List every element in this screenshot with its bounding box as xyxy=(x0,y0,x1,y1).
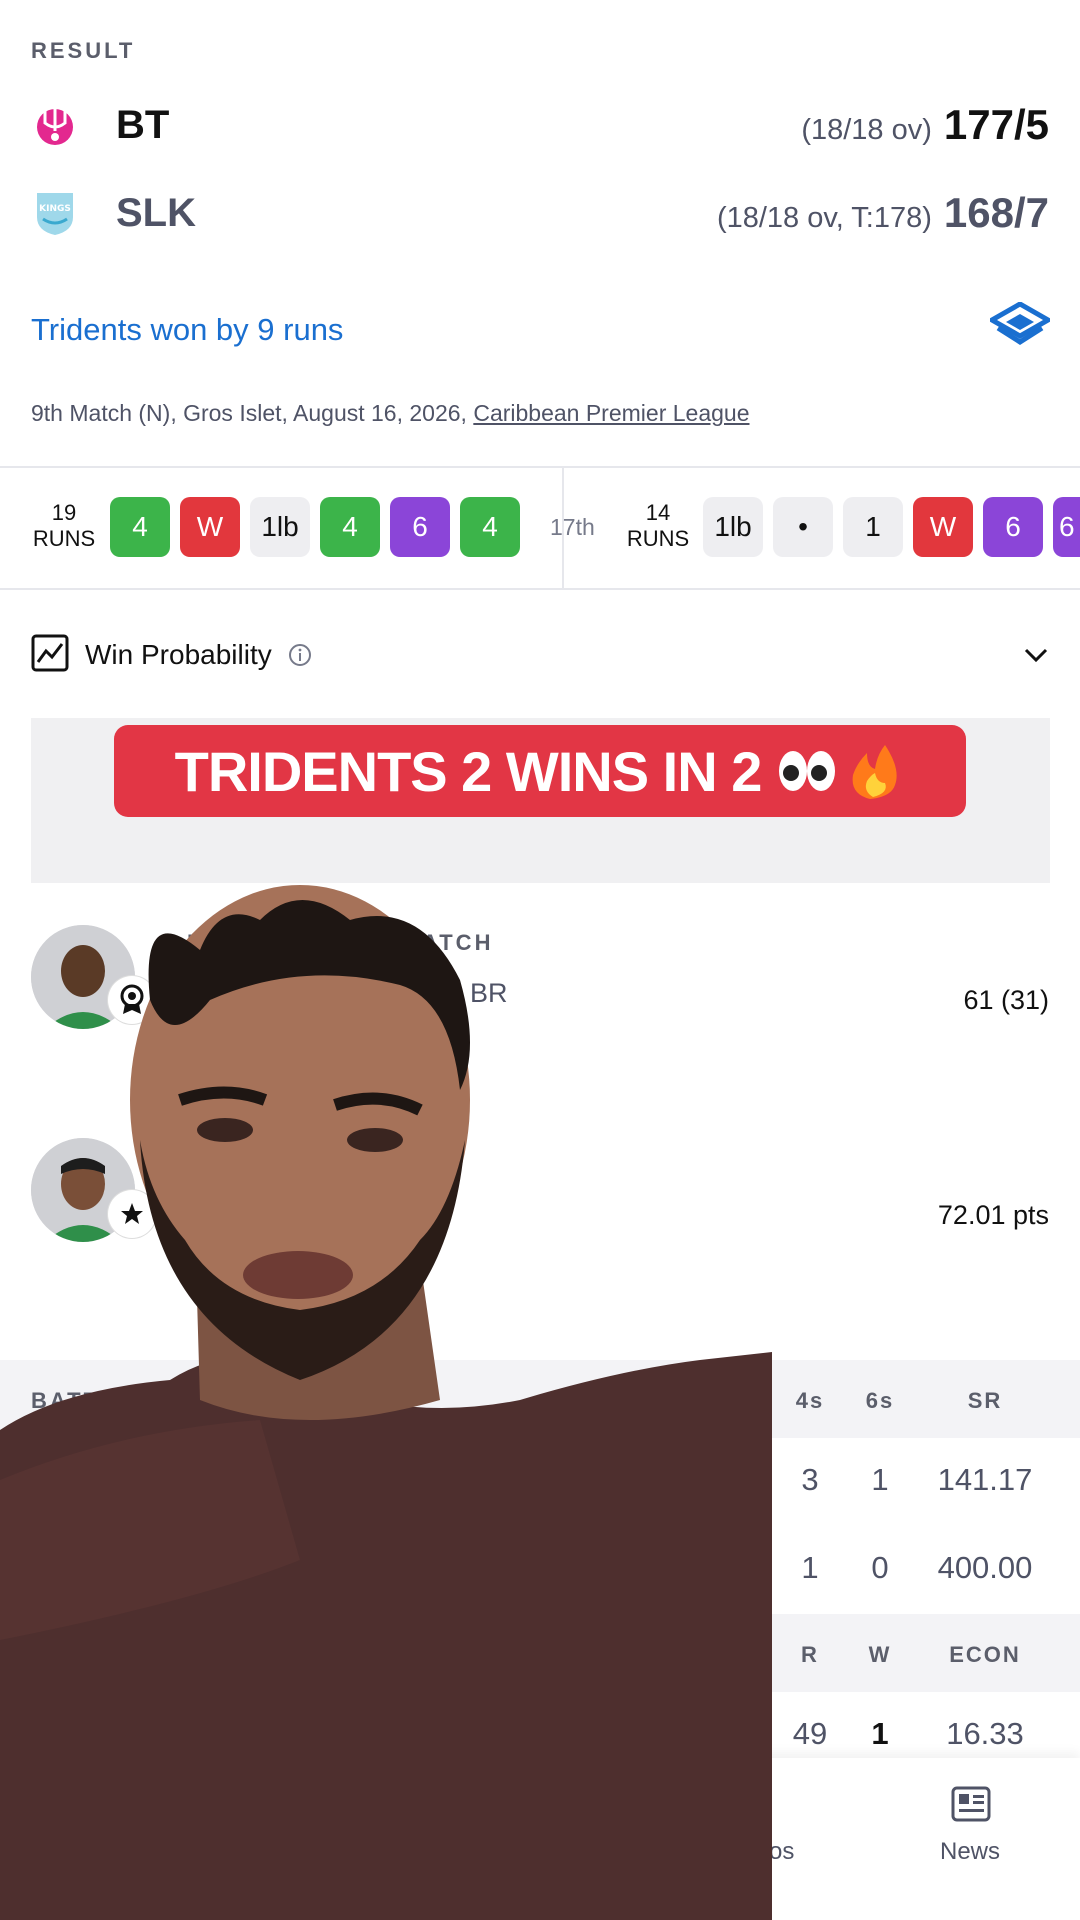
news-icon[interactable] xyxy=(951,1786,991,1822)
table-cell: 141.17 xyxy=(937,1462,1033,1497)
ball-chip: 4 xyxy=(110,497,170,557)
nav-item-news[interactable]: News xyxy=(940,1838,1000,1866)
column-header: W xyxy=(868,1642,892,1667)
ball-chip: • xyxy=(773,497,833,557)
pom-label-end: MATCH xyxy=(400,930,494,955)
table-cell: 400.00 xyxy=(937,1550,1033,1585)
ball-chip: 1 xyxy=(843,497,903,557)
result-label: RESULT xyxy=(31,38,136,63)
nav-item-label[interactable]: os xyxy=(769,1838,794,1866)
saint-lucia-kings-logo-icon: KINGS xyxy=(31,189,79,237)
table-cell: 16.33 xyxy=(946,1716,1024,1751)
overlay-caption-banner: TRIDENTS 2 WINS IN 2 xyxy=(114,725,966,817)
win-probability-toggle[interactable]: Win Probability xyxy=(31,630,1051,680)
ball-chip: 4 xyxy=(320,497,380,557)
table-cell: 1 xyxy=(871,1716,889,1751)
pom-label-start: PLAY xyxy=(187,930,256,955)
win-probability-label: Win Probability xyxy=(85,639,272,670)
batting-title: BATTING xyxy=(31,1388,149,1413)
player-of-match-stat: 61 (31) xyxy=(963,985,1049,1015)
team-overs: (18/18 ov) xyxy=(801,114,932,146)
fantasy-points-stat: 72.01 pts xyxy=(937,1200,1049,1230)
ball-chip: 1lb xyxy=(250,497,310,557)
pom-name-tail: , BR xyxy=(455,978,508,1008)
eyes-fire-icon xyxy=(779,745,897,799)
column-header: R xyxy=(801,1642,819,1667)
chevron-down-icon[interactable] xyxy=(1021,640,1051,670)
ball-chip: 4 xyxy=(460,497,520,557)
team-name: SLK xyxy=(116,190,196,235)
banner-text: TRIDENTS 2 WINS IN 2 xyxy=(174,739,763,803)
batting-header-row xyxy=(0,1360,1080,1438)
table-cell: 1 xyxy=(801,1550,819,1585)
bowling-header-row xyxy=(0,1614,1080,1692)
ball-chip: 6 xyxy=(390,497,450,557)
table-cell: 1 xyxy=(871,1462,889,1497)
ball-chip: W xyxy=(180,497,240,557)
over-runs-summary: 14 RUNS xyxy=(622,500,694,552)
column-header: 6s xyxy=(865,1388,895,1413)
over-runs-label: RUNS xyxy=(626,526,690,551)
over-runs-summary: 19 RUNS xyxy=(28,500,100,552)
column-header: ECON xyxy=(949,1642,1021,1667)
dropbox-icon[interactable] xyxy=(986,301,1054,346)
team-score: 177/5 xyxy=(943,101,1049,148)
column-header: 4s xyxy=(795,1388,825,1413)
star-icon xyxy=(108,1190,156,1238)
team-score: 168/7 xyxy=(943,189,1049,236)
table-cell: 3 xyxy=(801,1462,819,1497)
match-info: 9th Match (N), Gros Islet, August 16, 20… xyxy=(31,400,750,427)
match-result-link[interactable]: Tridents won by 9 runs xyxy=(31,312,343,348)
table-cell: 49 xyxy=(792,1716,828,1751)
barbados-tridents-logo-icon xyxy=(31,101,79,149)
chart-line-icon xyxy=(31,634,69,677)
team-row-slk[interactable]: KINGS SLK (18/18 ov, T:178) 168/7 xyxy=(31,178,1049,248)
team-row-bt[interactable]: BT (18/18 ov) 177/5 xyxy=(31,90,1049,160)
ball-chip: 6 xyxy=(1053,497,1080,557)
bottom-nav xyxy=(0,1758,1080,1920)
player-of-match-label: PLAY MATCH xyxy=(187,930,493,956)
over-runs-value: 14 xyxy=(645,500,671,525)
eyes-fire-emoji xyxy=(775,739,905,803)
info-icon[interactable] xyxy=(288,643,312,667)
ball-chip: 1lb xyxy=(703,497,763,557)
match-info-text: 9th Match (N), Gros Islet, August 16, 20… xyxy=(31,400,474,426)
over-number: 17th xyxy=(550,514,595,540)
team-overs: (18/18 ov, T:178) xyxy=(716,202,932,234)
league-link[interactable]: Caribbean Premier League xyxy=(473,400,749,426)
player-name[interactable]: S , BR xyxy=(187,978,508,1009)
over-runs-value: 19 xyxy=(51,500,77,525)
pom-name-start: S xyxy=(187,978,206,1008)
over-runs-label: RUNS xyxy=(32,526,96,551)
svg-text:KINGS: KINGS xyxy=(39,204,71,214)
ball-chip: 6 xyxy=(983,497,1043,557)
team-name: BT xyxy=(116,102,170,147)
table-cell: 0 xyxy=(871,1550,889,1585)
column-header: SR xyxy=(967,1388,1003,1413)
ball-chip: W xyxy=(913,497,973,557)
award-ribbon-icon xyxy=(108,976,156,1024)
